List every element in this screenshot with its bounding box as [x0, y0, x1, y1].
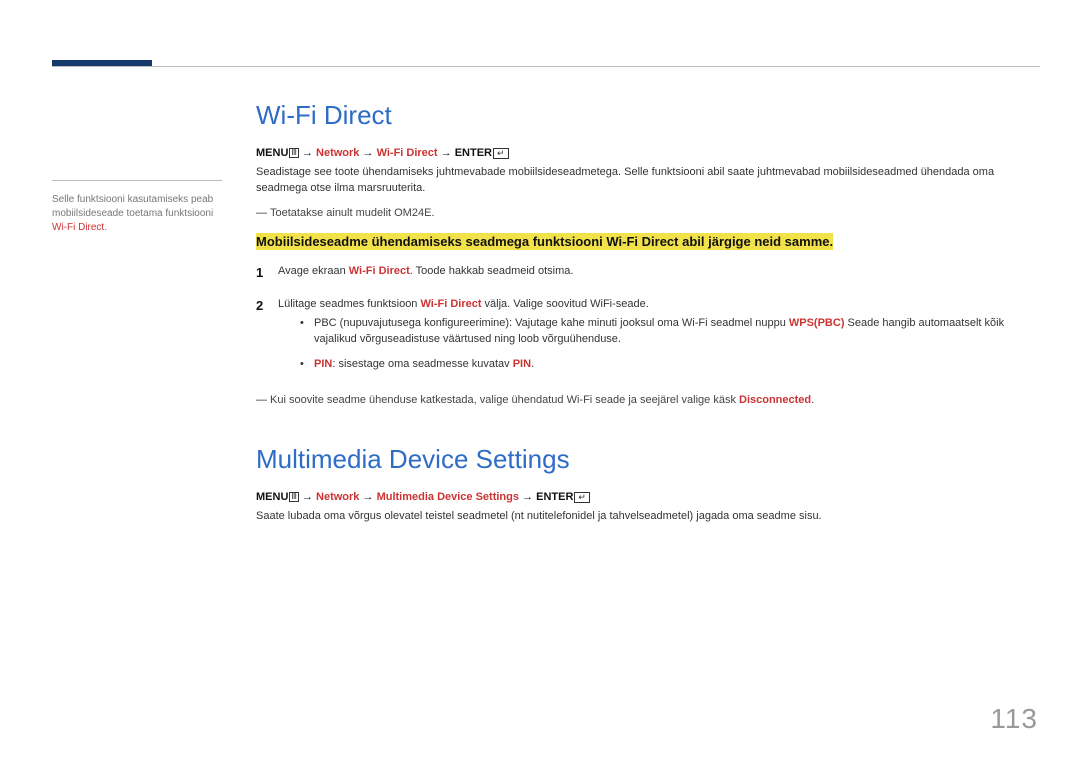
step-red: Wi-Fi Direct	[349, 265, 410, 277]
bullet-red: PIN	[513, 358, 531, 370]
menu-icon: Ⅲ	[289, 148, 299, 158]
list-item: PBC (nupuvajutusega konfigureerimine): V…	[300, 315, 1026, 348]
step-text: Lülitage seadmes funktsioon Wi-Fi Direct…	[278, 296, 1026, 380]
arrow-icon: →	[302, 147, 313, 159]
paragraph: Seadistage see toote ühendamiseks juhtme…	[256, 165, 1026, 197]
dash-icon: ―	[256, 394, 270, 406]
manual-page: Selle funktsiooni kasutamiseks peab mobi…	[0, 0, 1080, 763]
bullet-pre-red: PIN	[314, 358, 332, 370]
highlight-text: Mobiilsideseadme ühendamiseks seadmega f…	[256, 233, 833, 250]
step-post: . Toode hakkab seadmeid otsima.	[410, 265, 574, 277]
arrow-icon: →	[441, 147, 452, 159]
paragraph: Saate lubada oma võrgus olevatel teistel…	[256, 509, 1026, 525]
step-number: 2	[256, 296, 278, 380]
menu-path-wifi-direct: MENUⅢ → Network → Wi-Fi Direct → ENTER↵	[256, 147, 1026, 159]
arrow-icon: →	[522, 491, 533, 503]
support-note-text: Toetatakse ainult mudelit OM24E.	[270, 207, 434, 219]
bullet-list: PBC (nupuvajutusega konfigureerimine): V…	[300, 315, 1026, 373]
side-note-text: Selle funktsiooni kasutamiseks peab mobi…	[52, 194, 213, 219]
menu-label: MENU	[256, 491, 288, 503]
step-row: 2 Lülitage seadmes funktsioon Wi-Fi Dire…	[256, 296, 1026, 380]
step-row: 1 Avage ekraan Wi-Fi Direct. Toode hakka…	[256, 263, 1026, 283]
main-content: Wi-Fi Direct MENUⅢ → Network → Wi-Fi Dir…	[256, 100, 1026, 535]
list-item: PIN: sisestage oma seadmesse kuvatav PIN…	[300, 356, 1026, 373]
arrow-icon: →	[363, 491, 374, 503]
bullet-pre: PBC (nupuvajutusega konfigureerimine): V…	[314, 317, 789, 329]
bullet-red: WPS(PBC)	[789, 317, 845, 329]
footnote-red: Disconnected	[739, 394, 811, 406]
menu-label: MENU	[256, 147, 288, 159]
step-text: Avage ekraan Wi-Fi Direct. Toode hakkab …	[278, 263, 1026, 283]
side-note: Selle funktsiooni kasutamiseks peab mobi…	[52, 180, 222, 235]
enter-icon: ↵	[574, 492, 590, 503]
footnote: ―Kui soovite seadme ühenduse katkestada,…	[256, 394, 1026, 406]
step-pre: Lülitage seadmes funktsioon	[278, 298, 420, 310]
side-note-red: Wi-Fi Direct	[52, 222, 104, 233]
bullet-post: .	[531, 358, 534, 370]
enter-label: ENTER	[455, 147, 492, 159]
arrow-icon: →	[302, 491, 313, 503]
support-note: ―Toetatakse ainult mudelit OM24E.	[256, 207, 1026, 219]
nav-step: Wi-Fi Direct	[377, 147, 438, 159]
footnote-pre: Kui soovite seadme ühenduse katkestada, …	[270, 394, 739, 406]
menu-icon: Ⅲ	[289, 492, 299, 502]
menu-path-multimedia: MENUⅢ → Network → Multimedia Device Sett…	[256, 491, 1026, 503]
arrow-icon: →	[363, 147, 374, 159]
side-note-rule	[52, 180, 222, 181]
enter-icon: ↵	[493, 148, 509, 159]
bullet-mid: : sisestage oma seadmesse kuvatav	[332, 358, 512, 370]
step-list: 1 Avage ekraan Wi-Fi Direct. Toode hakka…	[256, 263, 1026, 381]
page-number: 113	[990, 703, 1038, 735]
header-rule	[52, 66, 1040, 67]
section-multimedia: Multimedia Device Settings MENUⅢ → Netwo…	[256, 444, 1026, 525]
enter-label: ENTER	[536, 491, 573, 503]
step-number: 1	[256, 263, 278, 283]
nav-step: Multimedia Device Settings	[377, 491, 519, 503]
nav-step: Network	[316, 147, 359, 159]
section-title-wifi-direct: Wi-Fi Direct	[256, 100, 1026, 131]
step-pre: Avage ekraan	[278, 265, 349, 277]
dash-icon: ―	[256, 207, 270, 219]
nav-step: Network	[316, 491, 359, 503]
highlight-instruction: Mobiilsideseadme ühendamiseks seadmega f…	[256, 233, 1026, 251]
section-title-multimedia: Multimedia Device Settings	[256, 444, 1026, 475]
step-red: Wi-Fi Direct	[420, 298, 481, 310]
side-note-tail: .	[104, 222, 107, 233]
footnote-post: .	[811, 394, 814, 406]
step-post: välja. Valige soovitud WiFi-seade.	[482, 298, 649, 310]
